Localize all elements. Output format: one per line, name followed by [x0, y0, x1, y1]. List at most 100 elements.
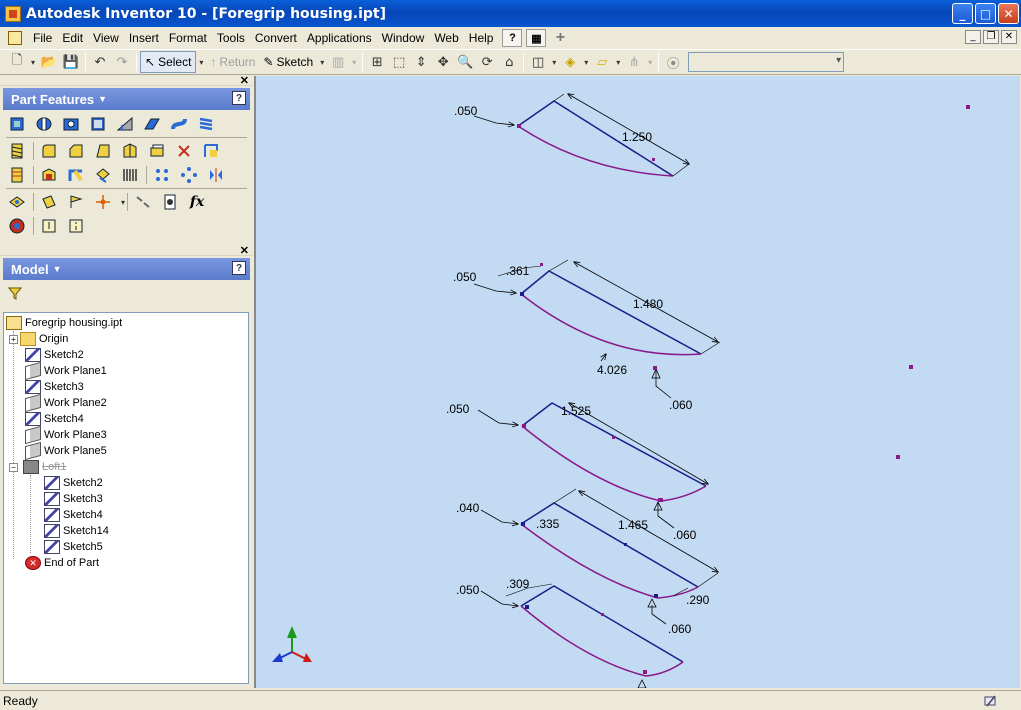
hole-icon[interactable] — [60, 113, 82, 135]
display-mode-icon[interactable]: ◫ — [527, 51, 549, 73]
profile-sketch-5[interactable]: .050 .309 — [456, 577, 684, 688]
grill-icon[interactable] — [119, 164, 141, 186]
help-icon[interactable]: ? — [232, 91, 246, 105]
dimension-label[interactable]: 1.480 — [633, 297, 663, 311]
profile-5-arc[interactable] — [520, 605, 684, 677]
emboss-icon[interactable] — [6, 164, 28, 186]
work-plane-tool-icon[interactable] — [38, 191, 60, 213]
tree-item-end-of-part[interactable]: ✕ End of Part — [4, 555, 248, 571]
bend-part-icon[interactable] — [65, 164, 87, 186]
close-panel-icon[interactable]: ✕ — [240, 244, 249, 257]
menu-help[interactable]: Help — [464, 28, 499, 48]
tree-item-loft-sketch3[interactable]: Sketch3 — [4, 491, 248, 507]
tree-item-loft-sketch2[interactable]: Sketch2 — [4, 475, 248, 491]
profile-2-arc[interactable] — [520, 293, 702, 356]
zoom-icon[interactable]: ⇕ — [410, 51, 432, 73]
circular-pattern-icon[interactable] — [178, 164, 200, 186]
split-icon[interactable] — [119, 140, 141, 162]
sketch-canvas[interactable]: .050 1.250 .050 .361 1.480 4.026 .060 .0… — [256, 76, 1020, 688]
sketch-point[interactable] — [652, 158, 655, 161]
dimension-label[interactable]: .050 — [446, 402, 470, 416]
dimension-label[interactable]: .050 — [453, 270, 477, 284]
analysis-icon[interactable]: ⋔ — [623, 51, 645, 73]
expand-icon[interactable]: + — [9, 334, 18, 344]
dimension-label[interactable]: .060 — [668, 622, 692, 636]
filter-icon[interactable] — [8, 286, 22, 300]
doc-restore-button[interactable]: ❐ — [983, 30, 999, 44]
tree-item-origin[interactable]: + Origin — [4, 331, 248, 347]
select-button[interactable]: ↖ Select — [140, 51, 197, 73]
doc-close-button[interactable]: ✕ — [1001, 30, 1017, 44]
menu-view[interactable]: View — [88, 28, 124, 48]
redo-icon[interactable]: ↷ — [111, 51, 133, 73]
open-folder-icon[interactable]: 📂 — [38, 51, 60, 73]
network-status-icon[interactable] — [983, 693, 999, 709]
maximize-button[interactable]: □ — [975, 3, 996, 24]
analysis-dropdown-icon[interactable]: ▾ — [645, 51, 655, 73]
tree-item-loft1[interactable]: − Loft1 — [4, 459, 248, 475]
document-icon[interactable] — [8, 31, 22, 45]
sketch-point[interactable] — [658, 498, 662, 502]
dimension-label[interactable]: .361 — [506, 264, 530, 278]
parameters-fx-icon[interactable]: fx — [186, 191, 208, 213]
tree-item-sketch2[interactable]: Sketch2 — [4, 347, 248, 363]
dimension-label[interactable]: .290 — [686, 593, 710, 607]
profile-sketch-1[interactable]: .050 1.250 — [454, 94, 689, 177]
promote-icon[interactable] — [132, 191, 154, 213]
menu-applications[interactable]: Applications — [302, 28, 377, 48]
work-point[interactable] — [909, 365, 913, 369]
work-axis-icon[interactable] — [65, 191, 87, 213]
update-dropdown-icon[interactable]: ▾ — [349, 51, 359, 73]
part-features-header[interactable]: Part Features ▼ ? — [3, 88, 250, 110]
face-draft-icon[interactable] — [92, 140, 114, 162]
camera-icon[interactable]: ◈ — [559, 51, 581, 73]
dimension-label[interactable]: .060 — [669, 398, 693, 412]
tree-item-loft-sketch14[interactable]: Sketch14 — [4, 523, 248, 539]
menu-format[interactable]: Format — [164, 28, 212, 48]
revolve-icon[interactable] — [33, 113, 55, 135]
copy-object-icon[interactable] — [92, 164, 114, 186]
doc-minimize-button[interactable]: _ — [965, 30, 981, 44]
thread-icon[interactable] — [6, 140, 28, 162]
rib-icon[interactable] — [114, 113, 136, 135]
select-dropdown-icon[interactable]: ▾ — [196, 51, 206, 73]
sketch-point[interactable] — [624, 543, 627, 546]
sketch-point[interactable] — [612, 436, 615, 439]
sketch-point[interactable] — [521, 522, 525, 526]
zoom-window-icon[interactable]: ⬚ — [388, 51, 410, 73]
new-file-icon[interactable]: 🗋 — [6, 51, 28, 73]
return-button[interactable]: ↑ Return — [206, 51, 259, 73]
panel-grip[interactable]: ✕ — [0, 75, 253, 87]
tree-item-sketch3[interactable]: Sketch3 — [4, 379, 248, 395]
save-icon[interactable]: 💾 — [60, 51, 82, 73]
minimize-button[interactable]: _ — [952, 3, 973, 24]
sweep-icon[interactable] — [168, 113, 190, 135]
extrude-icon[interactable] — [6, 113, 28, 135]
collapse-icon[interactable]: − — [9, 462, 18, 472]
fillet-icon[interactable] — [38, 140, 60, 162]
menu-edit[interactable]: Edit — [57, 28, 88, 48]
menu-window[interactable]: Window — [377, 28, 430, 48]
work-point-dropdown-icon[interactable]: ▾ — [119, 191, 127, 213]
tree-item-workplane1[interactable]: Work Plane1 — [4, 361, 248, 381]
content-center-icon[interactable] — [38, 215, 60, 237]
rotate-icon[interactable]: ⟳ — [476, 51, 498, 73]
model-tree[interactable]: Foregrip housing.ipt + Origin Sketch2 Wo… — [3, 312, 249, 684]
menu-insert[interactable]: Insert — [124, 28, 164, 48]
sketch-dropdown-icon[interactable]: ▾ — [317, 51, 327, 73]
sketch-point[interactable] — [540, 263, 543, 266]
mirror-icon[interactable] — [205, 164, 227, 186]
panel-grip[interactable]: ✕ — [0, 244, 253, 257]
ground-shadow-icon[interactable]: ▱ — [591, 51, 613, 73]
menu-convert[interactable]: Convert — [250, 28, 302, 48]
sheet-metal-icon[interactable] — [65, 215, 87, 237]
model-browser-header[interactable]: Model ▼ ? — [3, 258, 250, 280]
loft-icon[interactable] — [141, 113, 163, 135]
display-mode-dropdown-icon[interactable]: ▾ — [549, 51, 559, 73]
create-ipart-icon[interactable] — [159, 191, 181, 213]
menu-tools[interactable]: Tools — [212, 28, 250, 48]
delete-face-icon[interactable] — [173, 140, 195, 162]
pan-icon[interactable]: ✥ — [432, 51, 454, 73]
coil-icon[interactable] — [195, 113, 217, 135]
menu-file[interactable]: File — [28, 28, 57, 48]
